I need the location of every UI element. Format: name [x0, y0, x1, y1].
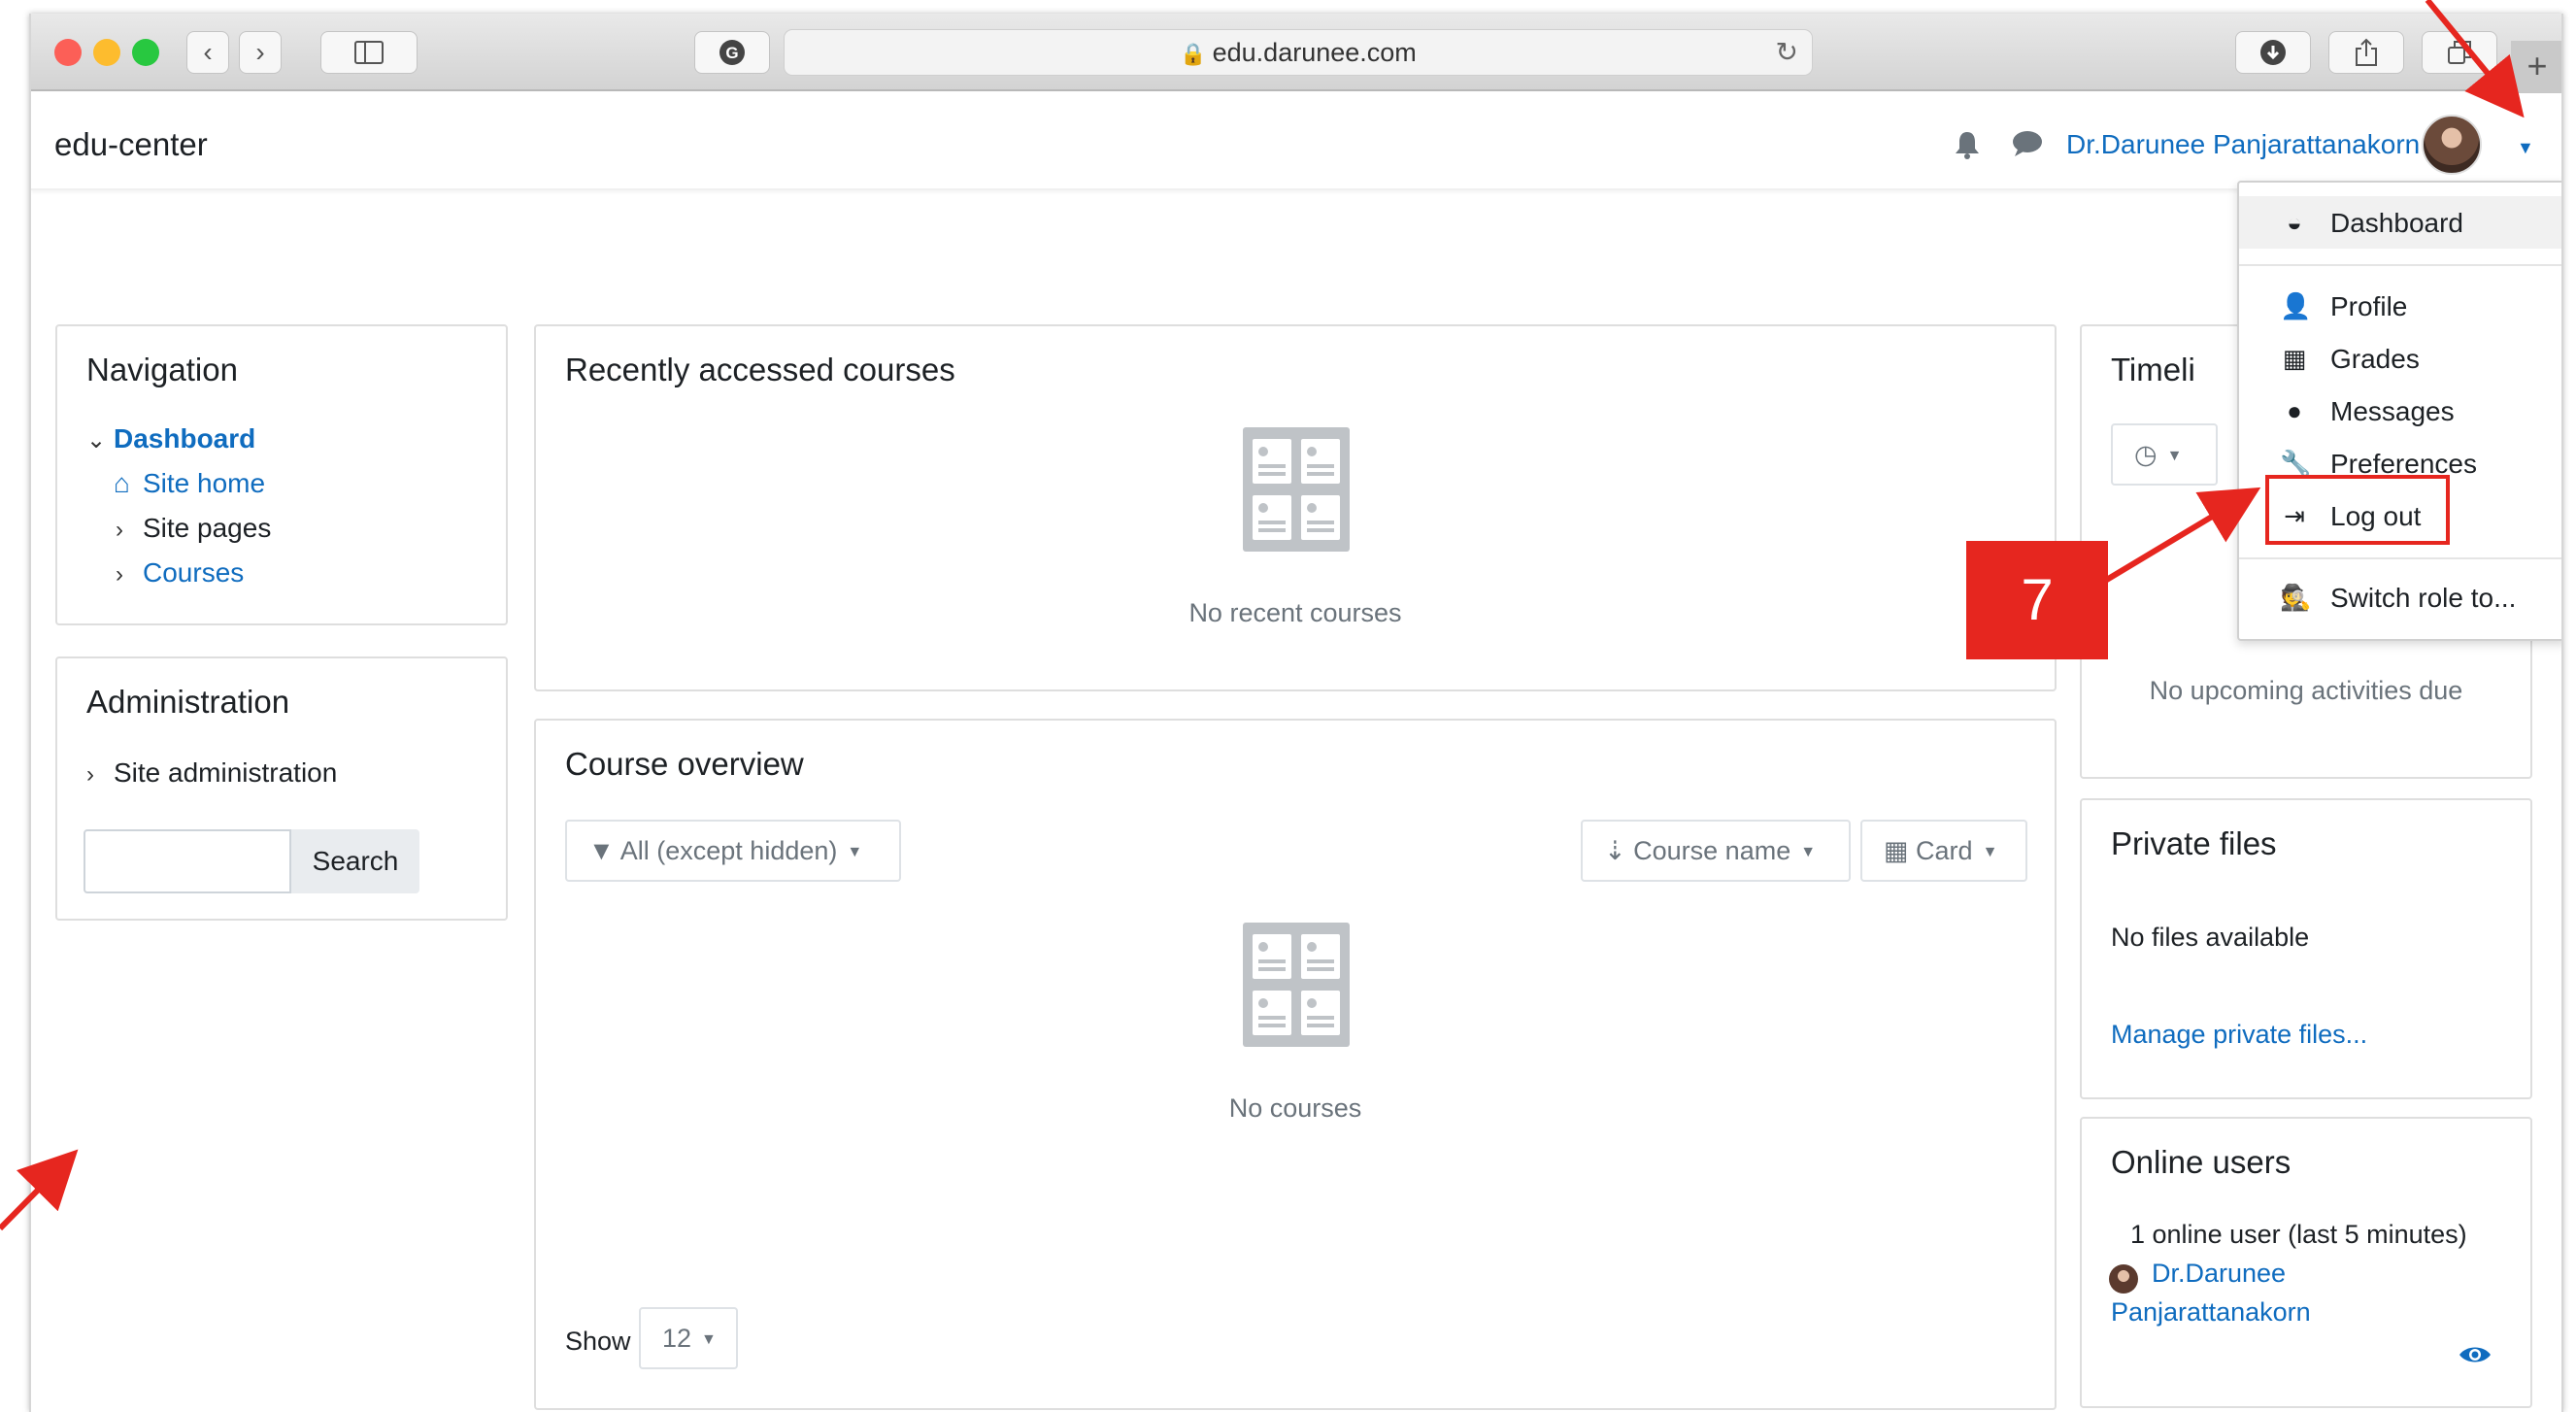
recent-courses-empty-text: No recent courses	[1188, 598, 1402, 627]
course-view-dropdown[interactable]: ▦ Card ▼	[1860, 820, 2027, 882]
caret-down-icon: ▼	[1982, 843, 1998, 860]
home-icon: ⌂	[114, 468, 130, 498]
address-bar[interactable]: 🔒 edu.darunee.com ↻	[784, 29, 1813, 76]
forward-button[interactable]: ›	[239, 31, 282, 74]
no-courses-illustration-icon	[1208, 427, 1385, 567]
download-icon	[2260, 40, 2286, 65]
nav-item-site-home[interactable]: ⌂ Site home	[114, 468, 265, 499]
user-dropdown-menu: ◒ Dashboard 👤 Profile ▦ Grades ● Messages 🔧 P…	[2237, 181, 2561, 641]
filter-icon: ▼	[588, 836, 615, 865]
new-tab-button[interactable]: +	[2511, 41, 2561, 93]
user-secret-icon: 🕵	[2280, 583, 2312, 612]
menu-divider	[2239, 557, 2561, 559]
paging-show-label: Show	[565, 1327, 631, 1356]
share-button[interactable]	[2328, 31, 2404, 74]
menu-item-grades[interactable]: ▦ Grades	[2239, 332, 2561, 385]
tabs-icon	[2448, 41, 2471, 64]
nav-item-courses[interactable]: › Courses	[116, 557, 244, 588]
browser-toolbar: ‹ › G 🔒 edu.darunee.com ↻ +	[31, 14, 2561, 93]
notifications-bell-icon[interactable]	[1954, 130, 1981, 167]
caret-down-icon: ▼	[1800, 843, 1817, 860]
admin-search-input[interactable]	[84, 829, 291, 893]
online-users-block: Online users 1 online user (last 5 minut…	[2080, 1117, 2532, 1408]
online-users-title: Online users	[2111, 1144, 2292, 1180]
private-files-empty-text: No files available	[2111, 923, 2310, 952]
plus-icon: +	[2526, 46, 2548, 85]
navigation-title: Navigation	[86, 352, 238, 387]
online-user-avatar	[2109, 1264, 2138, 1294]
menu-item-messages[interactable]: ● Messages	[2239, 385, 2561, 437]
menu-item-dashboard[interactable]: ◒ Dashboard	[2239, 196, 2561, 249]
nav-item-site-administration[interactable]: › Site administration	[86, 757, 337, 789]
user-avatar[interactable]	[2422, 115, 2482, 175]
course-overview-block: Course overview ▼ All (except hidden) ▼ ⇣…	[534, 719, 2057, 1410]
eye-icon[interactable]	[2459, 1340, 2492, 1373]
clock-icon: ◷	[2134, 440, 2158, 469]
step-number-badge: 7	[1966, 541, 2108, 659]
back-button[interactable]: ‹	[186, 31, 229, 74]
recent-courses-title: Recently accessed courses	[565, 352, 955, 387]
minimize-window-button[interactable]	[93, 39, 120, 66]
course-sort-dropdown[interactable]: ⇣ Course name ▼	[1581, 820, 1851, 882]
menu-item-profile[interactable]: 👤 Profile	[2239, 280, 2561, 332]
nav-item-dashboard[interactable]: ⌄ Dashboard	[86, 423, 255, 454]
course-overview-title: Course overview	[565, 746, 804, 782]
site-brand[interactable]: edu-center	[54, 126, 208, 163]
menu-divider	[2239, 264, 2561, 266]
comment-icon: ●	[2287, 396, 2302, 425]
timeline-filter-dropdown[interactable]: ◷ ▼	[2111, 423, 2218, 486]
private-files-title: Private files	[2111, 825, 2277, 861]
admin-search-button[interactable]: Search	[291, 829, 419, 893]
chevron-right-icon: ›	[255, 37, 265, 67]
timeline-empty-text: No upcoming activities due	[2149, 676, 2463, 705]
messages-icon[interactable]	[2012, 130, 2043, 165]
manage-private-files-link[interactable]: Manage private files...	[2111, 1020, 2367, 1050]
chevron-down-icon: ⌄	[86, 427, 107, 454]
svg-text:G: G	[725, 44, 738, 62]
table-icon: ▦	[2282, 344, 2307, 373]
course-overview-empty-text: No courses	[1228, 1093, 1362, 1123]
browser-window: ‹ › G 🔒 edu.darunee.com ↻ + edu-center D…	[29, 14, 2563, 1412]
private-files-block: Private files No files available Manage …	[2080, 798, 2532, 1099]
sidebar-icon	[354, 41, 384, 64]
navigation-block: Navigation ⌄ Dashboard ⌂ Site home › Site p…	[55, 324, 508, 625]
nav-item-site-pages[interactable]: › Site pages	[116, 513, 271, 544]
chevron-right-icon: ›	[116, 517, 123, 543]
dashboard-icon: ◒	[2287, 208, 2302, 237]
online-users-summary: 1 online user (last 5 minutes)	[2130, 1220, 2467, 1249]
reload-icon[interactable]: ↻	[1776, 30, 1798, 75]
grammarly-icon: G	[719, 40, 745, 65]
user-menu-name[interactable]: Dr.Darunee Panjarattanakorn	[2066, 129, 2420, 160]
course-filter-dropdown[interactable]: ▼ All (except hidden) ▼	[565, 820, 901, 882]
timeline-title: Timeli	[2111, 352, 2195, 387]
caret-down-icon: ▼	[701, 1330, 717, 1348]
share-icon	[2356, 38, 2377, 66]
caret-down-icon: ▼	[2166, 447, 2183, 464]
chevron-left-icon: ‹	[203, 37, 213, 67]
online-user-name-line1[interactable]: Dr.Darunee	[2152, 1259, 2286, 1289]
site-header: edu-center Dr.Darunee Panjarattanakorn ▼	[31, 93, 2561, 190]
chevron-right-icon: ›	[116, 561, 123, 588]
close-window-button[interactable]	[54, 39, 82, 66]
sidebar-toggle-button[interactable]	[320, 31, 418, 74]
user-icon: 👤	[2280, 291, 2312, 320]
caret-down-icon: ▼	[847, 843, 863, 860]
grid-icon: ▦	[1884, 836, 1909, 865]
user-menu-caret-icon[interactable]: ▼	[2517, 138, 2534, 158]
url-text: edu.darunee.com	[1212, 38, 1417, 67]
recent-courses-block: Recently accessed courses No recent cour…	[534, 324, 2057, 691]
menu-item-switch-role[interactable]: 🕵 Switch role to...	[2239, 571, 2561, 623]
administration-title: Administration	[86, 684, 290, 720]
download-button[interactable]	[2235, 31, 2311, 74]
grammarly-button[interactable]: G	[694, 31, 770, 74]
zoom-window-button[interactable]	[132, 39, 159, 66]
tabs-button[interactable]	[2422, 31, 2497, 74]
sort-icon: ⇣	[1604, 836, 1626, 865]
no-courses-illustration-icon	[1208, 923, 1385, 1062]
online-user-name-line2[interactable]: Panjarattanakorn	[2111, 1297, 2311, 1328]
chevron-right-icon: ›	[86, 761, 94, 788]
logout-highlight-box	[2265, 475, 2450, 545]
paging-size-dropdown[interactable]: 12 ▼	[639, 1307, 738, 1369]
lock-icon: 🔒	[1180, 42, 1207, 66]
